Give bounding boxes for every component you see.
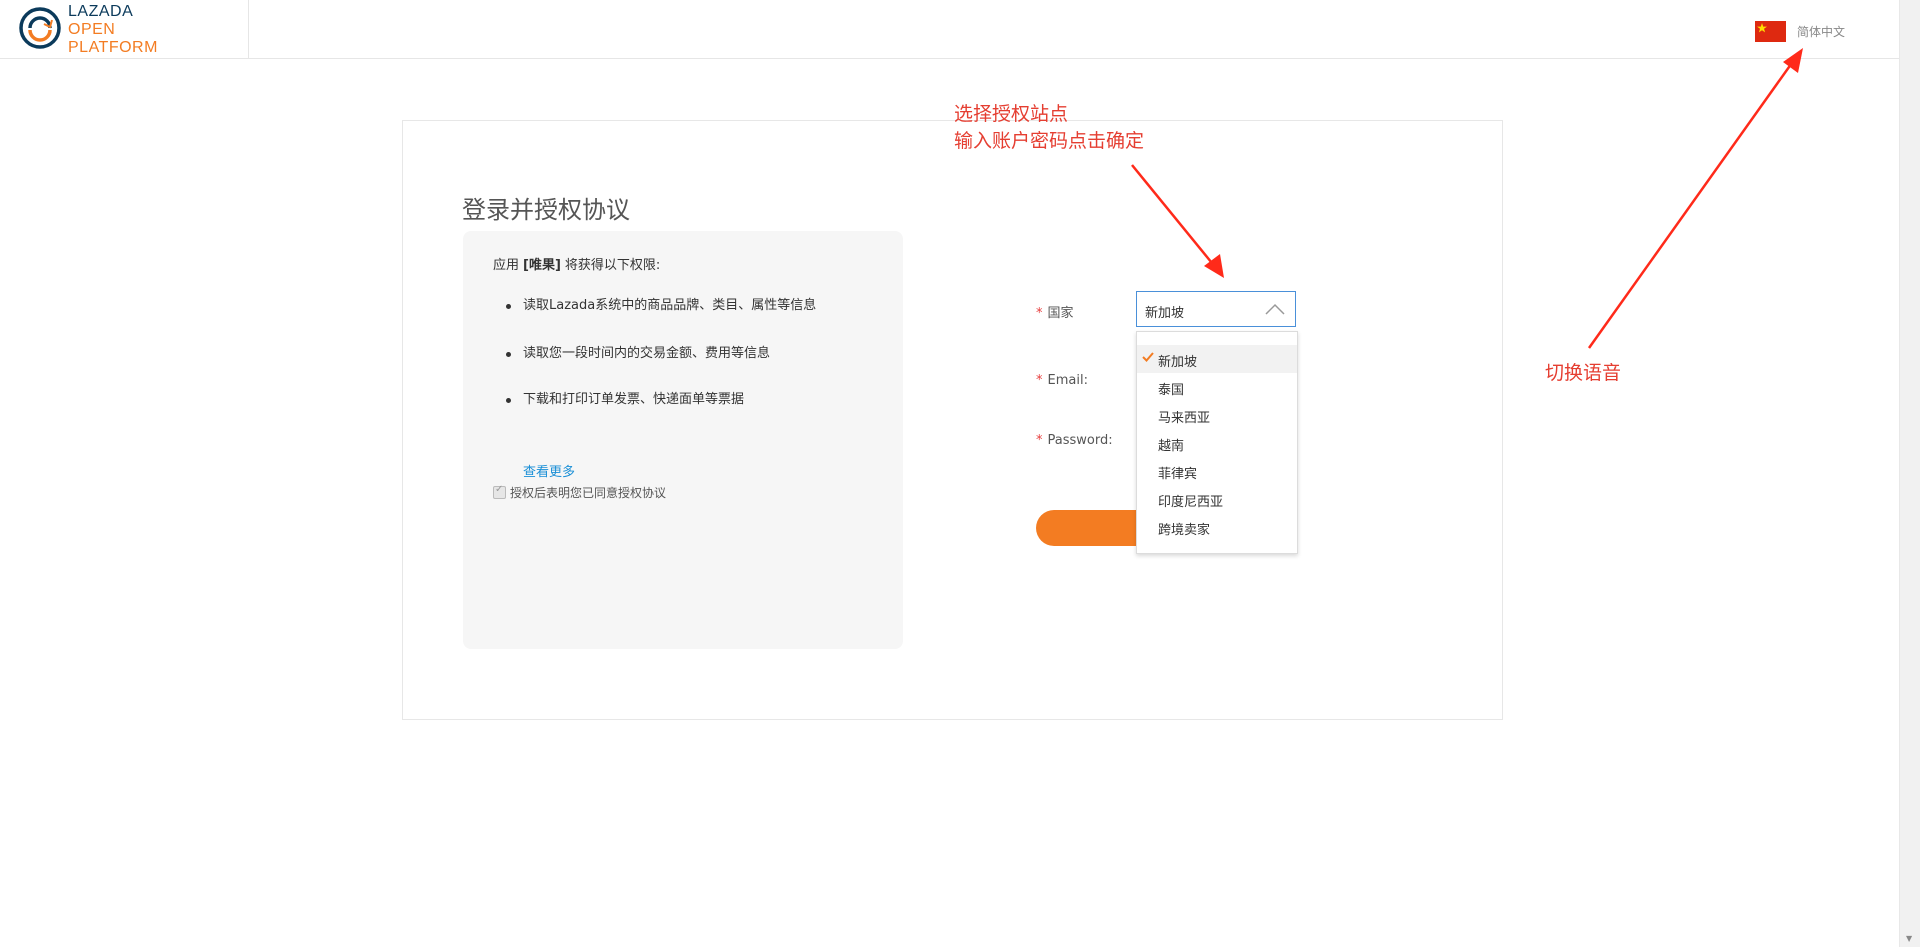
arrow-to-language-switcher (1587, 48, 1803, 349)
annotation-arrows (1131, 48, 1803, 349)
arrow-to-country-select (1131, 164, 1224, 278)
